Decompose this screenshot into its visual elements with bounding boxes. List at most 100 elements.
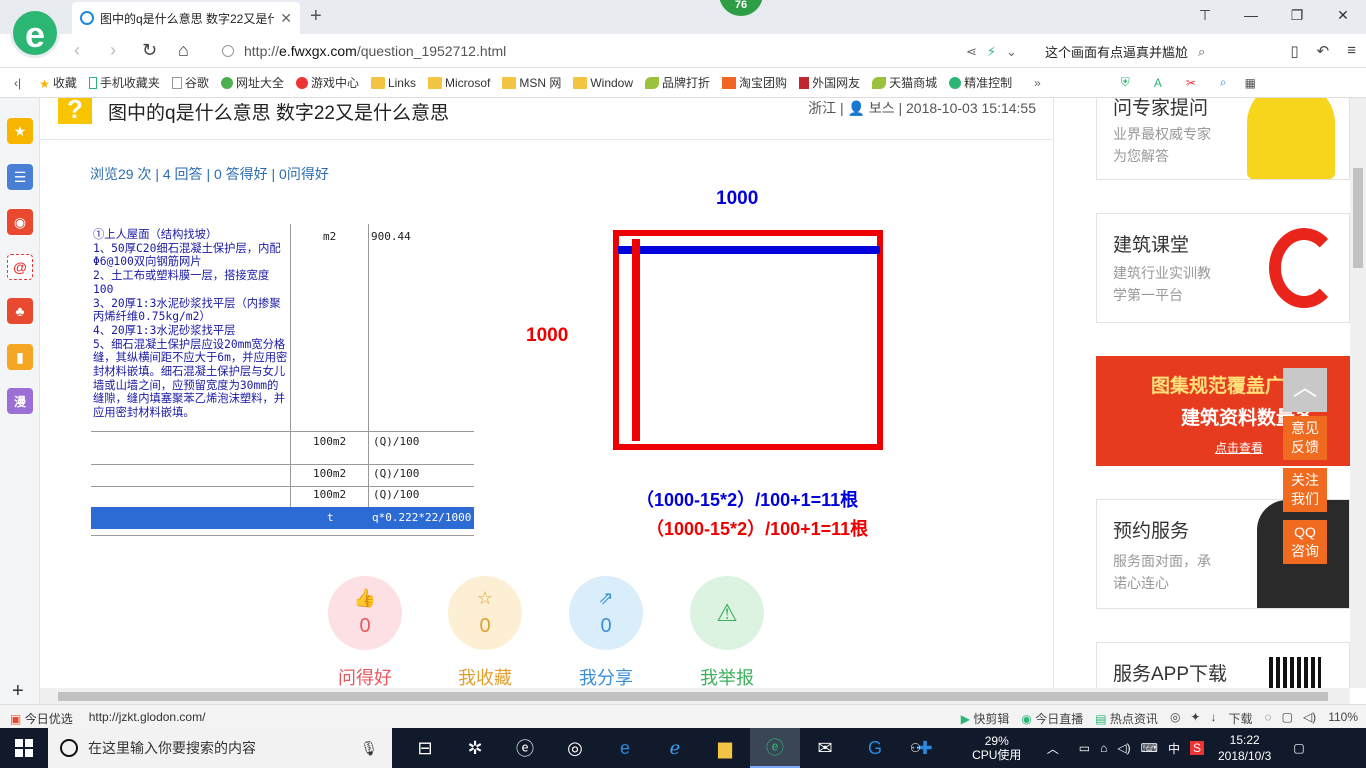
blue-rebar bbox=[618, 246, 880, 254]
bookmark-msn[interactable]: MSN 网 bbox=[502, 74, 561, 91]
app-download-card[interactable]: 服务APP下载 bbox=[1096, 642, 1350, 688]
ie-icon[interactable]: ℯ bbox=[650, 728, 700, 768]
undo-icon[interactable]: ↶ bbox=[1317, 42, 1330, 60]
sidebar-add-button[interactable]: + bbox=[12, 680, 24, 703]
search-icon[interactable]: ⌕ bbox=[1198, 44, 1205, 60]
scissors-icon[interactable]: ✂ bbox=[1186, 76, 1196, 90]
fan-app-icon[interactable]: ✲ bbox=[450, 728, 500, 768]
minimize-button[interactable]: — bbox=[1228, 0, 1274, 30]
classroom-card[interactable]: 建筑课堂 建筑行业实训教 学第一平台 bbox=[1096, 213, 1350, 323]
status-icons-2[interactable]: ◌ ▢ ◁) bbox=[1264, 710, 1316, 727]
status-clip[interactable]: ▶ 快剪辑 bbox=[961, 710, 1010, 727]
notification-badge[interactable]: 76 bbox=[719, 0, 763, 16]
bookmark-taobao[interactable]: 淘宝团购 bbox=[722, 74, 787, 91]
sidebar-comic-icon[interactable]: 漫 bbox=[7, 388, 33, 414]
start-button[interactable] bbox=[0, 728, 48, 768]
follow-button[interactable]: 关注 我们 bbox=[1283, 468, 1327, 512]
forward-icon[interactable]: › bbox=[110, 40, 116, 61]
new-tab-button[interactable]: + bbox=[310, 5, 322, 28]
bookmark-brand[interactable]: 品牌打折 bbox=[645, 74, 710, 91]
keyboard-icon[interactable]: ⌨ bbox=[1141, 741, 1158, 755]
zoom-icon[interactable]: ⌕ bbox=[1220, 75, 1227, 90]
taskbar-search[interactable]: 在这里输入你要搜索的内容 🎙 bbox=[48, 728, 392, 768]
notification-icon[interactable]: ▢ bbox=[1293, 741, 1304, 755]
sidebar-weibo-icon[interactable]: ◉ bbox=[7, 209, 33, 235]
home-icon[interactable]: ⌂ bbox=[178, 40, 189, 61]
status-icons[interactable]: ◎ ✦ ↓ bbox=[1170, 710, 1217, 727]
url-text[interactable]: http://e.fwxgx.com/question_1952712.html bbox=[244, 43, 506, 59]
chevron-up-icon[interactable]: ︿ bbox=[1047, 740, 1059, 757]
cpu-monitor[interactable]: 29% CPU使用 bbox=[961, 734, 1033, 762]
zoom-level[interactable]: 110% bbox=[1328, 710, 1358, 727]
mail-icon[interactable]: ✉ bbox=[800, 728, 850, 768]
shield-icon[interactable]: ⛨ bbox=[1121, 75, 1130, 90]
more-bookmarks-icon[interactable]: » bbox=[1034, 76, 1041, 90]
sidebar-book-icon[interactable]: ▮ bbox=[7, 344, 33, 370]
status-news[interactable]: ▤ 热点资讯 bbox=[1095, 710, 1158, 727]
scroll-thumb[interactable] bbox=[58, 692, 1328, 701]
status-download[interactable]: 下载 bbox=[1228, 710, 1252, 727]
collapse-icon[interactable]: ‹| bbox=[14, 76, 21, 90]
chevron-down-icon[interactable]: ⌄ bbox=[1006, 44, 1017, 60]
bookmark-control[interactable]: 精准控制 bbox=[949, 74, 1012, 91]
vertical-scrollbar[interactable] bbox=[1350, 98, 1366, 688]
share-icon[interactable]: ⋖ bbox=[966, 44, 977, 60]
browser-e-icon[interactable]: ⓔ bbox=[500, 728, 550, 768]
bookmark-hao[interactable]: 网址大全 bbox=[220, 74, 284, 91]
browser-logo-icon[interactable]: e bbox=[10, 8, 60, 58]
skin-icon[interactable]: ⊤ bbox=[1182, 0, 1228, 30]
sidebar-game-icon[interactable]: ♣ bbox=[7, 298, 33, 324]
browser-tab[interactable]: 图中的q是什么意思 数字22又是什么意思 ✕ bbox=[72, 2, 300, 34]
sidebar-news-icon[interactable]: ☰ bbox=[7, 164, 33, 190]
g-app-icon[interactable]: G bbox=[850, 728, 900, 768]
bookmark-favorites[interactable]: ★ 收藏 bbox=[39, 74, 77, 91]
favorite-button[interactable]: ☆ 0 我收藏 bbox=[447, 576, 523, 688]
phone-icon[interactable]: ▯ bbox=[1290, 42, 1298, 60]
ime-indicator[interactable]: 中 bbox=[1168, 740, 1180, 757]
status-live[interactable]: ◉ 今日直播 bbox=[1021, 710, 1083, 727]
edge-icon[interactable]: e bbox=[600, 728, 650, 768]
share-button[interactable]: ⇗ 0 我分享 bbox=[568, 576, 644, 688]
bookmark-foreign[interactable]: 外国网友 bbox=[799, 74, 860, 91]
translate-icon[interactable]: A bbox=[1154, 76, 1162, 90]
report-button[interactable]: ⚠ 我举报 bbox=[689, 576, 765, 688]
maximize-button[interactable]: ❐ bbox=[1274, 0, 1320, 30]
spiral-app-icon[interactable]: ◎ bbox=[550, 728, 600, 768]
like-button[interactable]: 👍 0 问得好 bbox=[327, 576, 403, 688]
grid-icon[interactable]: ▦ bbox=[1245, 76, 1256, 90]
task-view-icon[interactable]: ⊟ bbox=[400, 728, 450, 768]
clock[interactable]: 15:22 2018/10/3 bbox=[1218, 732, 1271, 764]
bookmark-games[interactable]: 游戏中心 bbox=[295, 74, 359, 91]
back-to-top-button[interactable]: ︿ bbox=[1283, 368, 1327, 412]
menu-icon[interactable]: ≡ bbox=[1347, 42, 1356, 60]
bookmark-tmall[interactable]: 天猫商城 bbox=[872, 74, 937, 91]
bookmark-mobile[interactable]: 手机收藏夹 bbox=[88, 74, 160, 91]
sidebar-favorites-icon[interactable]: ★ bbox=[7, 118, 33, 144]
scroll-thumb[interactable] bbox=[1353, 168, 1363, 268]
sogou-icon[interactable]: S bbox=[1189, 741, 1204, 755]
close-button[interactable]: ✕ bbox=[1320, 0, 1366, 30]
bookmark-windows[interactable]: Window bbox=[573, 76, 633, 90]
printer-icon[interactable]: ▭ bbox=[1079, 741, 1090, 755]
speed-icon[interactable]: ⚡ bbox=[987, 44, 996, 60]
search-hint[interactable]: 这个画面有点逼真并尴尬 bbox=[1045, 42, 1188, 61]
refresh-icon[interactable]: ↻ bbox=[142, 40, 157, 61]
people-icon[interactable]: ⚇ bbox=[910, 741, 921, 755]
sidebar-mail-icon[interactable]: @ bbox=[7, 254, 33, 280]
feedback-button[interactable]: 意见 反馈 bbox=[1283, 416, 1327, 460]
back-icon[interactable]: ‹ bbox=[74, 40, 80, 61]
microphone-icon[interactable]: 🎙 bbox=[360, 740, 378, 757]
qq-button[interactable]: QQ 咨询 bbox=[1283, 520, 1327, 564]
bookmark-links[interactable]: Links bbox=[370, 76, 416, 90]
network-icon[interactable]: ⌂ bbox=[1100, 741, 1107, 755]
today-picks[interactable]: ▣ 今日优选 bbox=[10, 710, 73, 727]
horizontal-scrollbar[interactable] bbox=[40, 688, 1350, 704]
expert-card[interactable]: 问专家提问 业界最权威专家 为您解答 bbox=[1096, 98, 1350, 180]
volume-icon[interactable]: ◁) bbox=[1117, 741, 1130, 755]
360-browser-icon[interactable]: ⓔ bbox=[750, 728, 800, 768]
explorer-icon[interactable]: ▆ bbox=[700, 728, 750, 768]
bookmark-google[interactable]: 谷歌 bbox=[171, 74, 209, 91]
bookmark-microsoft[interactable]: Microsof bbox=[427, 76, 490, 90]
tab-close-icon[interactable]: ✕ bbox=[280, 10, 292, 27]
banner-cta[interactable]: 点击查看 bbox=[1215, 439, 1263, 456]
